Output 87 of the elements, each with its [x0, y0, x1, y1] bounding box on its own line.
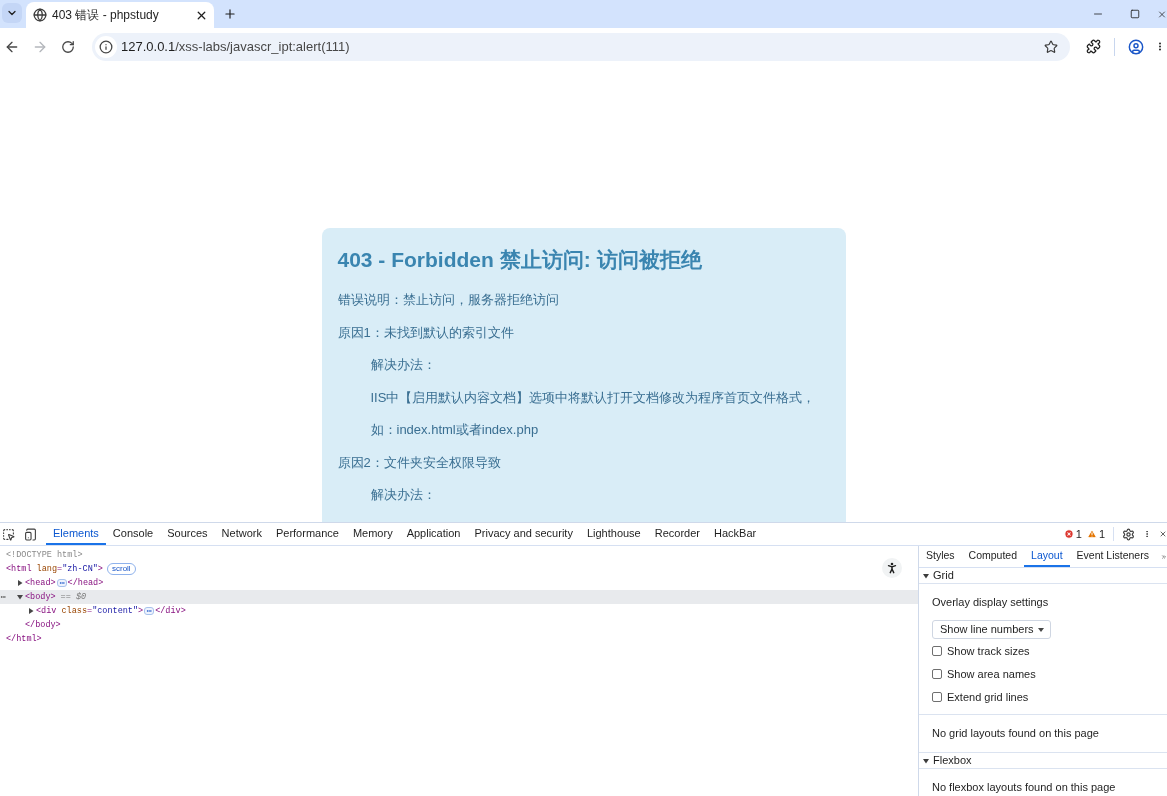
error-text-line: 如：index.html或者index.php: [370, 421, 539, 439]
info-icon[interactable]: [95, 35, 117, 58]
empty-message: No flexbox layouts found on this page: [932, 780, 1116, 796]
checkbox[interactable]: [932, 669, 942, 679]
devtools-tab[interactable]: Elements: [46, 523, 106, 545]
devtools-tab[interactable]: Network: [214, 523, 269, 545]
user-circle-icon: [1128, 38, 1144, 55]
dom-node-text: <!DOCTYPE html>: [6, 549, 83, 562]
error-text-line: 原因1：未找到默认的索引文件: [337, 323, 514, 342]
url-text: 127.0.0.1/xss-labs/javascr_ipt:alert(111): [121, 37, 350, 56]
dom-node-text: </div>: [155, 605, 186, 618]
checkbox[interactable]: [932, 646, 942, 656]
dom-tree-row[interactable]: <div class="content"> </div>: [0, 604, 918, 618]
error-text-line: IIS中【启用默认内容文档】选项中将默认打开文档修改为程序首页文件格式，: [370, 388, 816, 407]
checkbox-label[interactable]: Show track sizes: [947, 642, 1030, 660]
devtools-tab[interactable]: Sources: [160, 523, 215, 545]
devtools-tab[interactable]: Application: [399, 523, 468, 545]
browser-tab[interactable]: 403 错误 - phpstudy: [26, 2, 214, 28]
address-bar[interactable]: 127.0.0.1/xss-labs/javascr_ipt:alert(111): [92, 32, 1070, 61]
plus-icon: [223, 7, 237, 21]
reload-icon: [61, 39, 75, 54]
device-toolbar-button[interactable]: [23, 527, 37, 541]
inspect-element-button[interactable]: [1, 527, 15, 541]
dom-node-text: </body>: [25, 619, 61, 632]
vertical-dots-icon: [1143, 528, 1151, 540]
settings-label: Overlay display settings: [932, 595, 1050, 610]
line-numbers-select[interactable]: Show line numbers: [932, 620, 1051, 639]
error-count[interactable]: 1: [1075, 525, 1082, 543]
dom-tree-row[interactable]: <body> == $0: [0, 590, 918, 604]
accessibility-button[interactable]: [882, 558, 902, 578]
puzzle-icon: [1085, 39, 1101, 54]
devtools-tab[interactable]: Privacy and security: [467, 523, 580, 545]
checkbox-label[interactable]: Show area names: [947, 665, 1036, 683]
section-header[interactable]: Grid: [919, 568, 1167, 584]
globe-icon: [33, 8, 47, 22]
star-icon: [1044, 39, 1058, 54]
dom-node-text: </head>: [67, 577, 104, 590]
devtools-tab[interactable]: Console: [105, 523, 161, 545]
checkbox[interactable]: [932, 692, 942, 702]
error-text-line: 解决办法：: [370, 486, 436, 504]
section-header[interactable]: Flexbox: [919, 753, 1167, 769]
ellipsis-icon[interactable]: [56, 579, 67, 587]
devtools-tab[interactable]: Memory: [345, 523, 400, 545]
error-icon[interactable]: [1063, 529, 1074, 539]
dom-node-text: <div class="content">: [36, 605, 144, 618]
ellipsis-icon[interactable]: [144, 607, 155, 615]
devtools-tab[interactable]: HackBar: [707, 523, 764, 545]
tab-list-button[interactable]: [2, 3, 22, 23]
dom-node-text: <body>: [25, 591, 56, 604]
triangle-down-icon[interactable]: [17, 594, 23, 600]
close-icon: [1157, 8, 1167, 20]
triangle-right-icon[interactable]: [17, 580, 23, 586]
caret-down-icon: [1037, 627, 1044, 632]
devices-icon: [23, 527, 37, 541]
selected-node-marker: == $0: [60, 591, 87, 604]
error-text-line: 原因2：文件夹安全权限导致: [337, 453, 501, 472]
warning-icon[interactable]: [1086, 529, 1097, 539]
warning-count[interactable]: 1: [1098, 525, 1105, 543]
dashed-pointer-icon: [1, 527, 15, 541]
sidebar-tab[interactable]: Event Listeners: [1069, 546, 1156, 567]
tab-title: 403 错误 - phpstudy: [52, 7, 159, 24]
section-title: Grid: [933, 568, 954, 584]
error-text-line: 错误说明：禁止访问，服务器拒绝访问: [337, 291, 559, 309]
empty-message: No grid layouts found on this page: [932, 726, 1099, 742]
settings-icon: [1121, 527, 1135, 541]
error-text-line: 解决办法：: [370, 356, 436, 374]
devtools-tab[interactable]: Lighthouse: [579, 523, 648, 545]
dom-tree-row[interactable]: <head> </head>: [0, 576, 918, 590]
section-title: Flexbox: [933, 753, 972, 769]
close-icon: [1159, 529, 1167, 539]
dom-node-text: <head>: [25, 577, 56, 590]
dom-node-text: <html lang="zh-CN">: [6, 563, 103, 576]
devtools-tab[interactable]: Performance: [268, 523, 346, 545]
square-icon: [1129, 9, 1140, 19]
checkbox-label[interactable]: Extend grid lines: [947, 688, 1029, 706]
error-title: 403 - Forbidden 禁止访问: 访问被拒绝: [337, 247, 702, 273]
settings-button[interactable]: [1121, 527, 1135, 541]
new-tab-button[interactable]: [222, 6, 238, 22]
devtools-tab[interactable]: Recorder: [647, 523, 707, 545]
sidebar-tab[interactable]: Computed: [961, 546, 1025, 567]
more-options-icon[interactable]: [0, 594, 6, 600]
triangle-right-icon[interactable]: [28, 608, 34, 614]
person-icon: [885, 561, 899, 575]
dom-tree-row[interactable]: <!DOCTYPE html>: [0, 548, 918, 562]
sidebar-tab[interactable]: Styles: [919, 546, 962, 567]
dom-node-text: </html>: [6, 633, 42, 646]
dom-tree-row[interactable]: <html lang="zh-CN"> scroll: [0, 562, 918, 576]
